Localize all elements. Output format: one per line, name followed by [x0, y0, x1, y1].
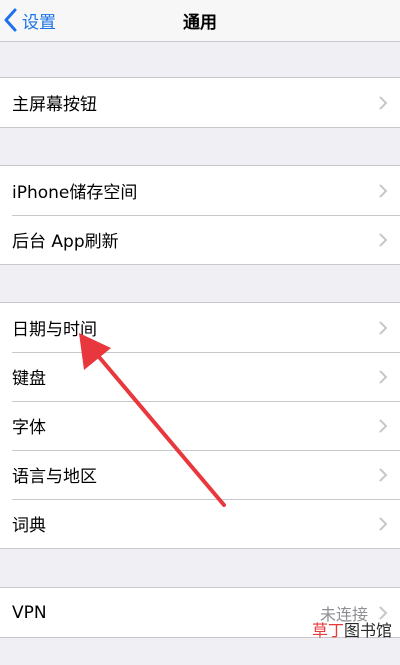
row-label: VPN: [12, 602, 47, 623]
chevron-right-icon: [379, 321, 387, 334]
row-keyboard[interactable]: 键盘: [0, 352, 400, 401]
settings-group-storage: iPhone储存空间 后台 App刷新: [0, 165, 400, 265]
row-label: 词典: [12, 516, 46, 536]
row-label: 语言与地区: [12, 467, 97, 487]
row-home-button[interactable]: 主屏幕按钮: [0, 78, 400, 127]
row-dictionary[interactable]: 词典: [0, 499, 400, 548]
row-fonts[interactable]: 字体: [0, 401, 400, 450]
chevron-right-icon: [379, 419, 387, 432]
chevron-right-icon: [379, 468, 387, 481]
chevron-right-icon: [379, 370, 387, 383]
row-label: 后台 App刷新: [12, 232, 119, 252]
row-label: 键盘: [12, 369, 46, 389]
row-label: 日期与时间: [12, 320, 97, 340]
watermark: 草丁 图书馆: [312, 617, 392, 641]
row-date-time[interactable]: 日期与时间: [0, 303, 400, 352]
watermark-part-2: 图书馆: [343, 621, 392, 640]
chevron-right-icon: [379, 184, 387, 197]
chevron-right-icon: [379, 96, 387, 109]
settings-group-locale: 日期与时间 键盘 字体 语言与地区 词典: [0, 302, 400, 549]
page-title: 通用: [183, 13, 217, 33]
row-background-app-refresh[interactable]: 后台 App刷新: [0, 215, 400, 264]
watermark-part-1: 草丁: [311, 621, 344, 640]
row-iphone-storage[interactable]: iPhone储存空间: [0, 166, 400, 215]
navigation-bar: 设置 通用: [0, 0, 400, 42]
chevron-right-icon: [379, 233, 387, 246]
settings-group-home-button: 主屏幕按钮: [0, 77, 400, 128]
chevron-right-icon: [379, 517, 387, 530]
row-language-region[interactable]: 语言与地区: [0, 450, 400, 499]
row-label: 主屏幕按钮: [12, 95, 97, 115]
row-label: iPhone储存空间: [12, 183, 138, 203]
row-label: 字体: [12, 418, 46, 438]
